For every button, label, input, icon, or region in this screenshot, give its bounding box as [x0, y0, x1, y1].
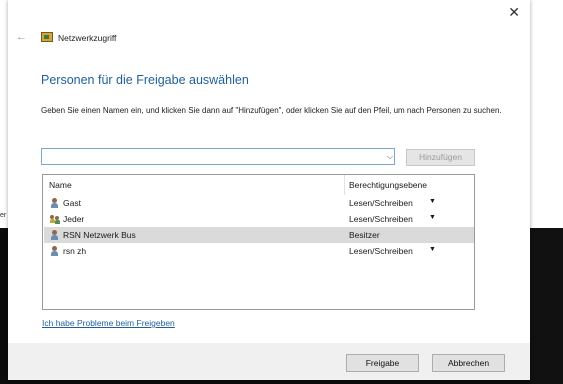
network-access-dialog: ✕ ← Netzwerkzugriff Personen für die Fre…	[8, 0, 530, 380]
page-title: Personen für die Freigabe auswählen	[41, 73, 249, 87]
user-icon	[50, 198, 59, 208]
close-icon[interactable]: ✕	[508, 4, 520, 21]
chevron-down-icon[interactable]: ⌵	[387, 152, 393, 162]
background-desktop	[530, 228, 563, 384]
list-item-gast[interactable]: Gast Lesen/Schreiben ▼	[44, 195, 474, 211]
column-header-name[interactable]: Name	[49, 180, 72, 190]
permission-label[interactable]: Lesen/Schreiben	[349, 214, 413, 224]
dialog-footer: Freigabe Abbrechen	[8, 343, 530, 380]
user-icon	[50, 230, 59, 240]
list-item-rsn-netzwerk-bus[interactable]: RSN Netzwerk Bus Besitzer	[44, 227, 474, 243]
list-item-name: RSN Netzwerk Bus	[63, 230, 136, 240]
user-icon	[50, 246, 59, 256]
window-title: Netzwerkzugriff	[58, 33, 117, 43]
network-share-icon	[41, 32, 53, 42]
cancel-button[interactable]: Abbrechen	[432, 354, 505, 372]
list-item-name: Gast	[63, 198, 81, 208]
permission-label: Besitzer	[349, 230, 380, 240]
column-header-permission[interactable]: Berechtigungsebene	[349, 180, 427, 190]
list-item-jeder[interactable]: Jeder Lesen/Schreiben ▼	[44, 211, 474, 227]
group-icon	[50, 214, 60, 224]
column-divider	[344, 175, 345, 195]
permission-label[interactable]: Lesen/Schreiben	[349, 198, 413, 208]
dialog-titlebar: ← Netzwerkzugriff	[8, 28, 530, 50]
help-link[interactable]: Ich habe Probleme beim Freigeben	[42, 318, 175, 328]
permission-label[interactable]: Lesen/Schreiben	[349, 246, 413, 256]
list-item-name: Jeder	[63, 214, 85, 224]
dropdown-arrow-icon[interactable]: ▼	[429, 214, 436, 221]
list-header: Name Berechtigungsebene	[43, 175, 474, 195]
name-input[interactable]	[41, 148, 395, 165]
list-item-rsn-zh[interactable]: rsn zh Lesen/Schreiben ▼	[44, 243, 474, 259]
background-text-fragment: er	[0, 212, 7, 219]
share-user-list: Name Berechtigungsebene Gast Lesen/Schre…	[42, 174, 475, 310]
dropdown-arrow-icon[interactable]: ▼	[429, 246, 436, 253]
back-arrow-icon[interactable]: ←	[16, 31, 27, 43]
share-button[interactable]: Freigabe	[346, 354, 419, 372]
instructions-text: Geben Sie einen Namen ein, und klicken S…	[41, 106, 502, 115]
dropdown-arrow-icon[interactable]: ▼	[429, 198, 436, 205]
add-button[interactable]: Hinzufügen	[406, 149, 475, 166]
list-item-name: rsn zh	[63, 246, 87, 256]
